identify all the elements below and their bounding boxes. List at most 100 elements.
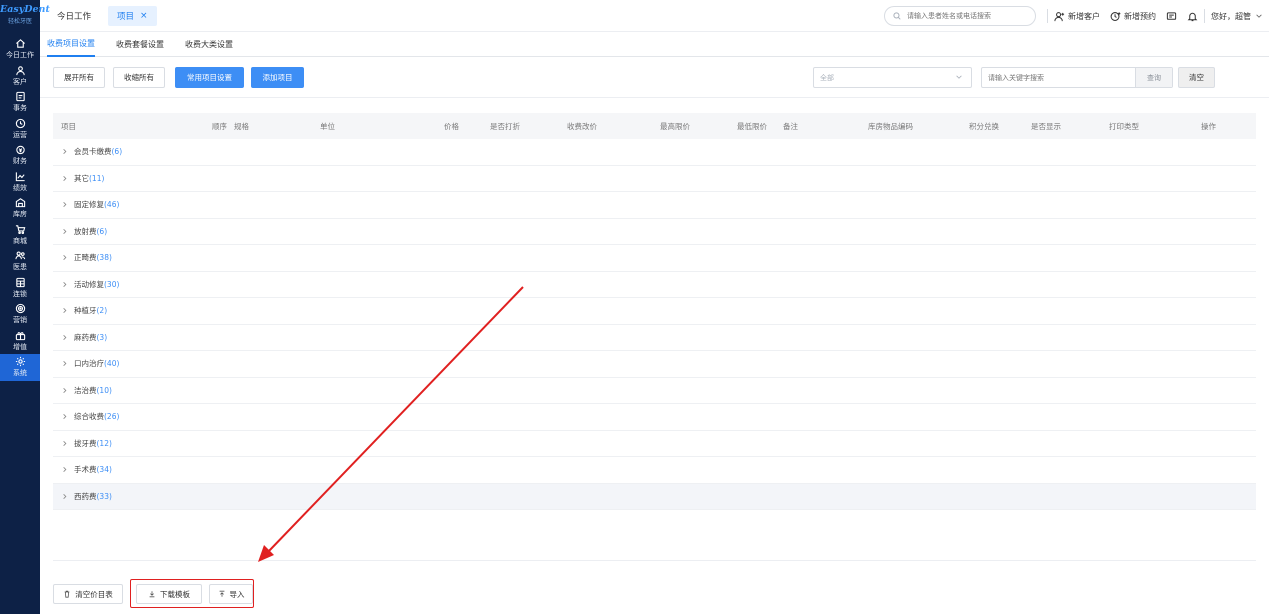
user-menu[interactable]: 您好，超管 [1211, 11, 1263, 22]
sidebar-item-label: 财务 [13, 157, 27, 166]
home-icon [15, 39, 25, 48]
table-row[interactable]: 种植牙 (2) [53, 298, 1256, 325]
close-icon[interactable]: × [140, 11, 148, 21]
category-name: 手术费 [74, 465, 97, 475]
category-count: (38) [96, 253, 112, 263]
col-visible: 是否显示 [1031, 122, 1061, 131]
category-name: 固定修复 [74, 200, 104, 210]
col-points: 积分兑换 [969, 122, 999, 131]
top-bar: 今日工作 项目 × 新增客户 新增预约 [40, 0, 1269, 32]
chevron-right-icon [63, 202, 67, 208]
sidebar-item-label: 客户 [13, 77, 27, 86]
expand-all-button[interactable]: 展开所有 [53, 67, 105, 88]
category-count: (46) [104, 200, 120, 210]
sidebar-item-marketing[interactable]: 营销 [0, 301, 40, 328]
table-row[interactable]: 其它 (11) [53, 166, 1256, 192]
table-row[interactable]: 活动修复 (30) [53, 272, 1256, 298]
category-name: 种植牙 [74, 306, 97, 316]
table-row[interactable]: 会员卡缴费 (6) [53, 139, 1256, 166]
table-row[interactable]: 放射费 (6) [53, 219, 1256, 245]
chevron-right-icon [63, 467, 67, 473]
category-name: 洁治费 [74, 385, 97, 395]
clear-button[interactable]: 清空 [1178, 67, 1215, 88]
notification-button[interactable] [1187, 11, 1198, 22]
sidebar-item-affairs[interactable]: 事务 [0, 89, 40, 116]
col-spec: 规格 [234, 122, 249, 131]
category-count: (30) [104, 279, 120, 289]
tab-fee-package-settings[interactable]: 收费套餐设置 [116, 32, 164, 57]
message-button[interactable] [1166, 11, 1177, 22]
toolbar: 展开所有 收缩所有 常用项目设置 添加项目 全部 查询 清空 [40, 58, 1269, 98]
category-filter-select[interactable]: 全部 [813, 67, 972, 88]
chain-icon [15, 277, 25, 287]
category-filter-value: 全部 [820, 73, 834, 82]
col-max-price: 最高限价 [660, 122, 690, 131]
col-discount: 是否打折 [490, 122, 520, 131]
keyword-search-input[interactable] [982, 73, 1135, 82]
category-name: 会员卡缴费 [74, 147, 112, 157]
table-header: 项目 顺序 规格 单位 价格 是否打折 收费改价 最高限价 最低限价 备注 库房… [53, 113, 1256, 139]
category-name: 西药费 [74, 491, 97, 501]
tab-project[interactable]: 项目 × [108, 5, 157, 26]
message-icon [1166, 11, 1177, 20]
sidebar-item-today[interactable]: 今日工作 [0, 36, 40, 63]
query-button[interactable]: 查询 [1135, 68, 1172, 87]
sidebar-item-doctor-patient[interactable]: 医患 [0, 248, 40, 275]
sidebar-item-finance[interactable]: 财务 [0, 142, 40, 169]
add-item-button[interactable]: 添加项目 [251, 67, 304, 88]
category-count: (40) [104, 359, 120, 369]
sidebar-item-chain[interactable]: 连锁 [0, 275, 40, 302]
table-row[interactable]: 西药费 (33) [53, 483, 1256, 510]
table-row[interactable]: 拔牙费 (12) [53, 431, 1256, 457]
logo: EasyDent 轻松牙医 [0, 0, 50, 36]
sidebar-item-operations[interactable]: 运营 [0, 116, 40, 143]
sidebar-item-value-added[interactable]: 增值 [0, 328, 40, 355]
sidebar-item-warehouse[interactable]: 库房 [0, 195, 40, 222]
sidebar-item-customer[interactable]: 客户 [0, 63, 40, 90]
common-items-settings-button[interactable]: 常用项目设置 [175, 67, 244, 88]
chevron-down-icon [956, 75, 962, 79]
tab-fee-item-settings[interactable]: 收费项目设置 [47, 32, 95, 57]
sidebar-item-performance[interactable]: 绩效 [0, 169, 40, 196]
clock-icon [15, 118, 25, 128]
chevron-right-icon [63, 334, 67, 340]
fee-items-table: 项目 顺序 规格 单位 价格 是否打折 收费改价 最高限价 最低限价 备注 库房… [53, 113, 1256, 510]
bell-icon [1187, 12, 1198, 21]
new-customer-button[interactable]: 新增客户 [1054, 11, 1100, 22]
patient-search[interactable] [884, 6, 1036, 26]
table-row[interactable]: 正畸费 (38) [53, 245, 1256, 272]
patient-search-input[interactable] [907, 12, 1027, 20]
sidebar-item-label: 今日工作 [6, 51, 34, 60]
trash-icon [64, 590, 70, 598]
top-actions: 新增客户 新增预约 您好，超管 [1041, 0, 1263, 32]
sidebar-item-label: 商城 [13, 236, 27, 245]
category-count: (2) [96, 306, 108, 316]
sidebar-item-label: 绩效 [13, 183, 27, 192]
col-min-price: 最低限价 [737, 122, 767, 131]
table-row[interactable]: 综合收费 (26) [53, 404, 1256, 431]
clear-price-list-button[interactable]: 清空价目表 [53, 584, 123, 604]
category-name: 放射费 [74, 226, 97, 236]
user-icon [15, 66, 25, 75]
new-appointment-button[interactable]: 新增预约 [1110, 11, 1156, 22]
table-row[interactable]: 手术费 (34) [53, 457, 1256, 484]
category-count: (10) [96, 385, 112, 395]
table-row[interactable]: 洁治费 (10) [53, 378, 1256, 404]
tab-today-work[interactable]: 今日工作 [48, 6, 100, 26]
collapse-all-button[interactable]: 收缩所有 [113, 67, 165, 88]
col-price: 价格 [444, 122, 459, 131]
value-icon [15, 331, 25, 340]
tab-fee-category-settings[interactable]: 收费大类设置 [185, 32, 233, 57]
chevron-right-icon [63, 387, 67, 393]
table-row[interactable]: 麻药费 (3) [53, 325, 1256, 351]
warehouse-icon [15, 198, 25, 208]
sidebar-item-mall[interactable]: 商城 [0, 222, 40, 249]
chevron-right-icon [63, 361, 67, 367]
sidebar-item-system[interactable]: 系统 [0, 354, 40, 381]
money-icon [15, 145, 25, 155]
chart-icon [15, 172, 25, 181]
tab-label: 项目 [117, 11, 135, 22]
category-count: (34) [96, 465, 112, 475]
table-row[interactable]: 固定修复 (46) [53, 192, 1256, 219]
table-row[interactable]: 口内治疗 (40) [53, 351, 1256, 378]
